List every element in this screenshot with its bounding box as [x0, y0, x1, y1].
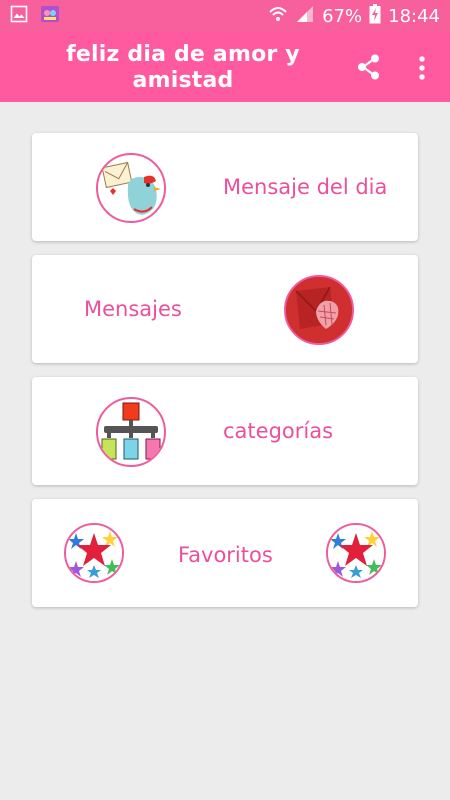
status-bar: 67% 18:44: [0, 0, 450, 32]
battery-charging-icon: [369, 3, 381, 29]
status-bar-left: [10, 5, 60, 27]
wifi-icon: [268, 5, 288, 28]
notification-app-icon: [40, 5, 60, 27]
menu-card-label: Favoritos: [178, 543, 273, 567]
menu-card-favoritos[interactable]: Favoritos: [32, 499, 418, 607]
share-button[interactable]: [354, 52, 384, 82]
battery-level: 67%: [322, 5, 363, 27]
status-bar-right: 67% 18:44: [268, 3, 440, 29]
heart-envelope-icon: [284, 275, 354, 345]
love-letter-bird-icon: [96, 153, 166, 223]
menu-card-categorias[interactable]: categorías: [32, 377, 418, 485]
categories-hierarchy-icon: [96, 397, 166, 467]
image-icon: [10, 5, 28, 27]
menu-card-label: categorías: [223, 419, 334, 443]
more-options-button[interactable]: [412, 54, 432, 82]
menu-card-mensaje-del-dia[interactable]: Mensaje del dia: [32, 133, 418, 241]
app-title: feliz dia de amor y amistad: [66, 42, 300, 93]
stars-icon: [326, 523, 386, 583]
clock: 18:44: [388, 5, 440, 27]
share-icon: [358, 54, 379, 80]
menu-card-label: Mensajes: [84, 297, 182, 321]
menu-card-mensajes[interactable]: Mensajes: [32, 255, 418, 363]
more-vert-icon: [419, 56, 425, 80]
menu-card-label: Mensaje del dia: [223, 175, 388, 199]
stars-icon: [64, 523, 124, 583]
signal-icon: [295, 5, 315, 28]
app-bar: feliz dia de amor y amistad: [0, 32, 450, 102]
